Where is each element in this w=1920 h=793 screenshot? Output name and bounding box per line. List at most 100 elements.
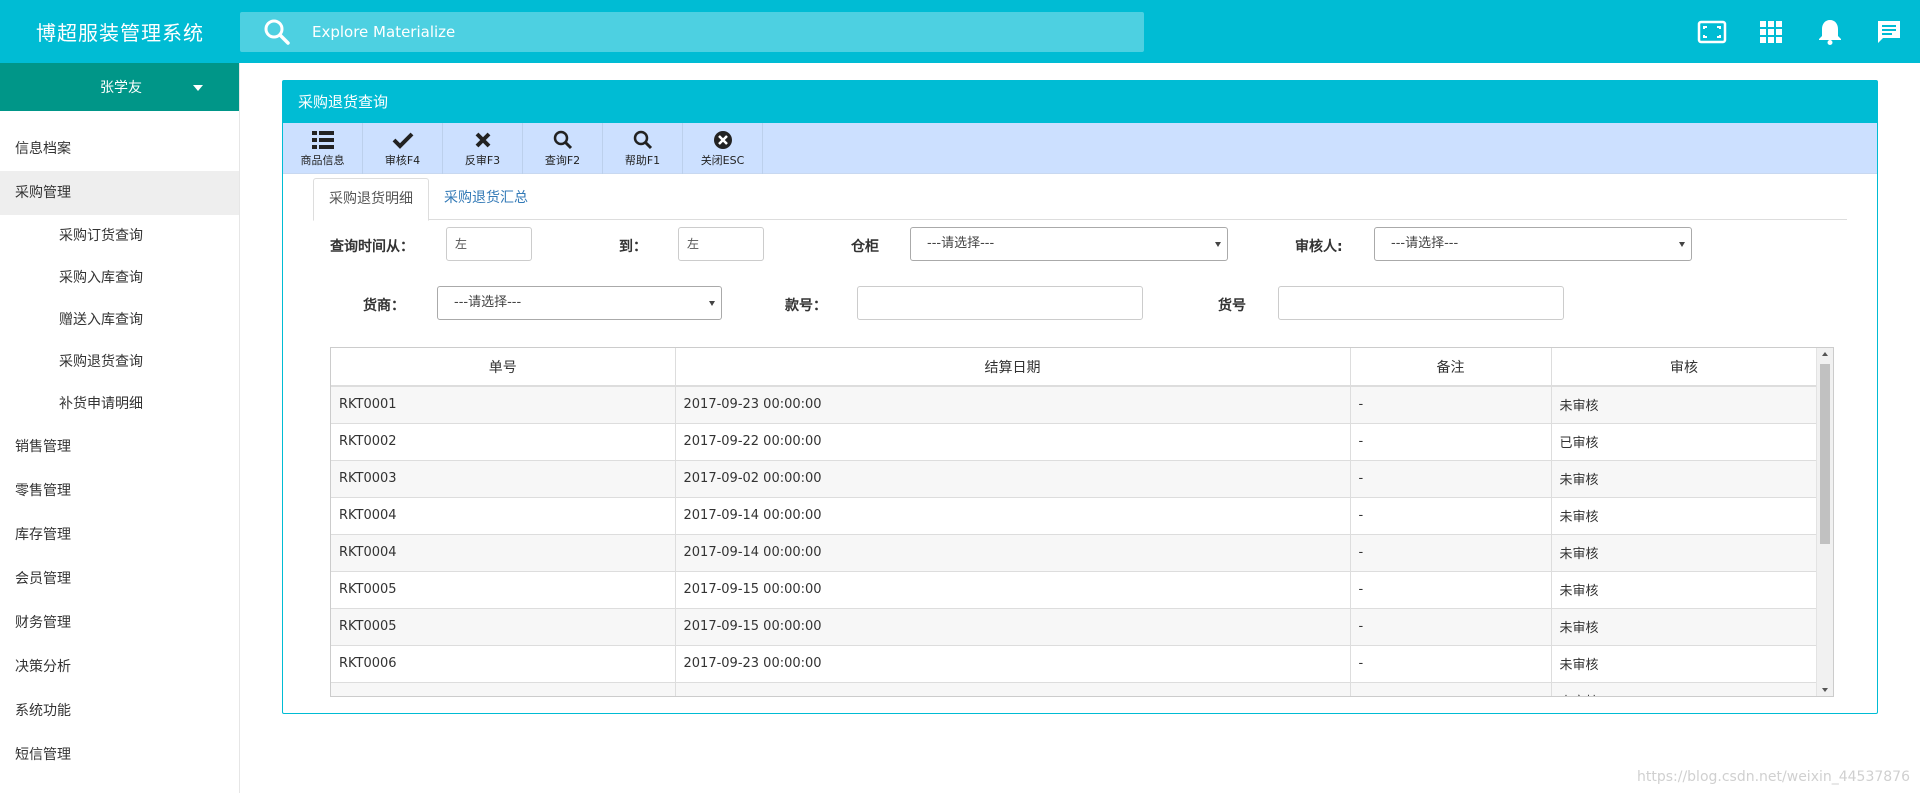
cell-audit-status: 已审核	[1551, 423, 1818, 461]
supplier-select-value: ---请选择---	[454, 295, 522, 310]
column-header-remark[interactable]: 备注	[1350, 348, 1552, 387]
table-row[interactable]: RKT0005 2017-09-15 00:00:00 - 未审核	[331, 571, 1818, 609]
bell-icon[interactable]	[1815, 17, 1845, 47]
user-name[interactable]: 张学友	[100, 77, 142, 97]
supplier-select[interactable]: ---请选择---	[437, 286, 722, 320]
help-label: 帮助F1	[624, 154, 661, 167]
cell-order-no	[331, 682, 676, 696]
warehouse-select-value: ---请选择---	[927, 236, 995, 251]
unaudit-button[interactable]: 反审F3	[443, 123, 523, 174]
sidebar-item-finance[interactable]: 财务管理	[0, 601, 239, 645]
search-icon	[633, 129, 653, 151]
sidebar: 张学友 信息档案 采购管理 采购订货查询 采购入库查询 赠送入库查询 采购退货查…	[0, 63, 240, 793]
chat-icon[interactable]	[1874, 17, 1904, 47]
cell-order-no: RKT0003	[331, 460, 676, 498]
table-header-row: 单号 结算日期 备注 审核	[331, 348, 1818, 387]
table-row[interactable]: RKT0001 2017-09-23 00:00:00 - 未审核	[331, 386, 1818, 424]
column-header-settle-date[interactable]: 结算日期	[675, 348, 1351, 387]
supplier-label: 货商：	[363, 298, 405, 314]
toolbar: 商品信息 审核F4 反审F3 查询F2 帮助F1 关闭ESC	[283, 123, 1877, 174]
sidebar-subitem-purchase-order[interactable]: 采购订货查询	[0, 215, 239, 257]
check-icon	[392, 129, 414, 151]
fullscreen-icon[interactable]	[1697, 17, 1727, 47]
search-icon[interactable]	[262, 17, 292, 47]
search-input[interactable]: Explore Materialize	[312, 23, 455, 41]
sidebar-menu: 信息档案 采购管理 采购订货查询 采购入库查询 赠送入库查询 采购退货查询 补货…	[0, 127, 239, 777]
warehouse-select[interactable]: ---请选择---	[910, 227, 1228, 261]
scroll-down-icon[interactable]	[1822, 688, 1828, 692]
cell-audit-status: 未审核	[1551, 497, 1818, 535]
sidebar-item-retail[interactable]: 零售管理	[0, 469, 239, 513]
style-no-label: 款号：	[785, 298, 827, 314]
query-button[interactable]: 查询F2	[523, 123, 603, 174]
tab-return-detail[interactable]: 采购退货明细	[313, 178, 429, 221]
user-menu[interactable]: 张学友	[0, 63, 239, 111]
cell-settle-date: 2017-09-14 00:00:00	[675, 497, 1351, 535]
sidebar-item-sales[interactable]: 销售管理	[0, 425, 239, 469]
sidebar-item-inventory[interactable]: 库存管理	[0, 513, 239, 557]
tab-return-summary[interactable]: 采购退货汇总	[429, 178, 543, 220]
search-box[interactable]: Explore Materialize	[240, 12, 1144, 52]
sidebar-item-info-archive[interactable]: 信息档案	[0, 127, 239, 171]
warehouse-label: 仓柜	[851, 239, 879, 255]
cell-remark: -	[1350, 534, 1552, 572]
date-to-input[interactable]: 左	[678, 227, 764, 261]
item-no-input[interactable]	[1278, 286, 1564, 320]
close-circle-icon	[713, 129, 733, 151]
cell-audit-status: 未审核	[1551, 460, 1818, 498]
cell-settle-date: 2017-09-14 00:00:00	[675, 534, 1351, 572]
cell-settle-date: 2017-09-02 00:00:00	[675, 460, 1351, 498]
table-row[interactable]: 未审核	[331, 682, 1818, 696]
watermark: https://blog.csdn.net/weixin_44537876	[1636, 769, 1910, 785]
date-from-label: 查询时间从：	[330, 239, 414, 255]
unaudit-label: 反审F3	[464, 154, 501, 167]
cell-audit-status: 未审核	[1551, 386, 1818, 424]
sidebar-item-members[interactable]: 会员管理	[0, 557, 239, 601]
sidebar-item-system[interactable]: 系统功能	[0, 689, 239, 733]
sidebar-subitem-purchase-inbound[interactable]: 采购入库查询	[0, 257, 239, 299]
cell-remark	[1350, 682, 1552, 696]
audit-button[interactable]: 审核F4	[363, 123, 443, 174]
date-from-input[interactable]: 左	[446, 227, 532, 261]
cell-audit-status: 未审核	[1551, 571, 1818, 609]
close-button[interactable]: 关闭ESC	[683, 123, 763, 174]
style-no-input[interactable]	[857, 286, 1143, 320]
sidebar-subitem-gift-inbound[interactable]: 赠送入库查询	[0, 299, 239, 341]
cell-order-no: RKT0001	[331, 386, 676, 424]
date-to-label: 到：	[619, 239, 647, 255]
cell-remark: -	[1350, 423, 1552, 461]
cell-settle-date: 2017-09-15 00:00:00	[675, 571, 1351, 609]
table-row[interactable]: RKT0002 2017-09-22 00:00:00 - 已审核	[331, 423, 1818, 461]
table-scrollbar[interactable]	[1816, 348, 1833, 696]
product-info-button[interactable]: 商品信息	[283, 123, 363, 174]
column-header-audit[interactable]: 审核	[1551, 348, 1818, 387]
cell-audit-status: 未审核	[1551, 534, 1818, 572]
auditor-select[interactable]: ---请选择---	[1374, 227, 1692, 261]
cell-settle-date: 2017-09-22 00:00:00	[675, 423, 1351, 461]
top-bar: 博超服装管理系统 Explore Materialize	[0, 0, 1920, 63]
sidebar-subitem-restock-request[interactable]: 补货申请明细	[0, 383, 239, 425]
query-label: 查询F2	[544, 154, 581, 167]
table-row[interactable]: RKT0004 2017-09-14 00:00:00 - 未审核	[331, 534, 1818, 572]
table-row[interactable]: RKT0005 2017-09-15 00:00:00 - 未审核	[331, 608, 1818, 646]
scroll-up-icon[interactable]	[1822, 352, 1828, 356]
table-row[interactable]: RKT0006 2017-09-23 00:00:00 - 未审核	[331, 645, 1818, 683]
help-button[interactable]: 帮助F1	[603, 123, 683, 174]
chevron-down-icon	[709, 301, 715, 306]
cell-settle-date: 2017-09-23 00:00:00	[675, 386, 1351, 424]
chevron-down-icon	[1679, 242, 1685, 247]
sidebar-item-analysis[interactable]: 决策分析	[0, 645, 239, 689]
sidebar-item-purchase[interactable]: 采购管理	[0, 171, 239, 215]
column-header-order-no[interactable]: 单号	[331, 348, 676, 387]
return-table: 单号 结算日期 备注 审核 RKT0001 2017-09-23 00:00:0…	[330, 347, 1834, 697]
search-icon	[553, 129, 573, 151]
cell-audit-status: 未审核	[1551, 645, 1818, 683]
auditor-label: 审核人:	[1295, 239, 1343, 255]
scrollbar-thumb[interactable]	[1820, 364, 1830, 544]
sidebar-subitem-purchase-return[interactable]: 采购退货查询	[0, 341, 239, 383]
chevron-down-icon[interactable]	[193, 85, 203, 91]
table-row[interactable]: RKT0004 2017-09-14 00:00:00 - 未审核	[331, 497, 1818, 535]
table-row[interactable]: RKT0003 2017-09-02 00:00:00 - 未审核	[331, 460, 1818, 498]
sidebar-item-sms[interactable]: 短信管理	[0, 733, 239, 777]
apps-grid-icon[interactable]	[1756, 17, 1786, 47]
